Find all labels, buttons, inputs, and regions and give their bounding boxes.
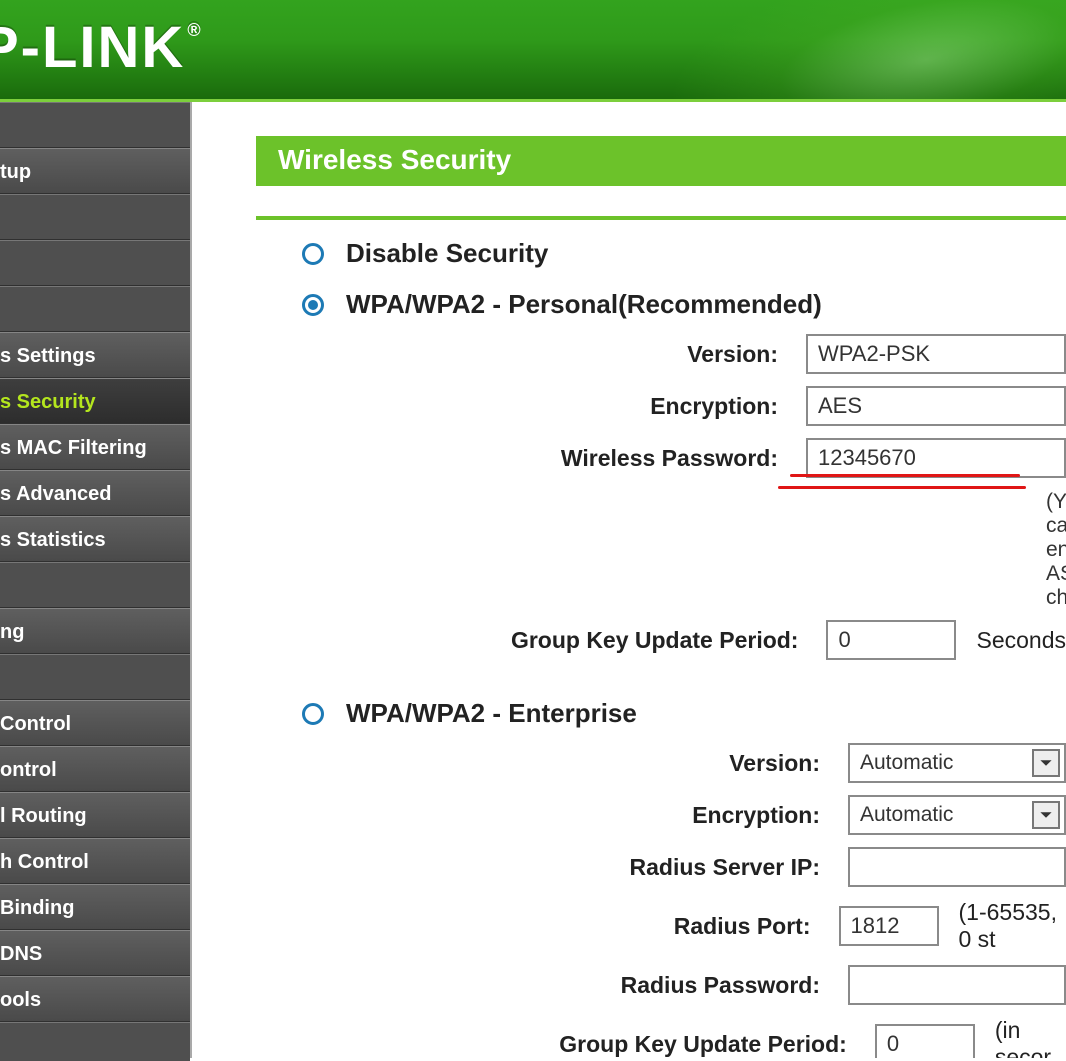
label-seconds: Seconds [976,627,1066,654]
sidebar-item[interactable]: ools [0,976,190,1022]
input-radius-port[interactable] [839,906,939,946]
brand-text: P-LINK [0,15,185,80]
option-wpa-enterprise[interactable]: WPA/WPA2 - Enterprise [302,698,1066,729]
label-ent-version: Version: [256,750,848,777]
select-ent-encryption-value: Automatic [860,803,953,827]
input-group-key[interactable] [826,620,956,660]
app-header: P-LINK® [0,0,1066,102]
radio-wpa-personal[interactable] [302,294,324,316]
label-version: Version: [256,341,806,368]
label-group-key: Group Key Update Period: [256,627,826,654]
chevron-down-icon [1032,801,1060,829]
label-encryption: Encryption: [256,393,806,420]
sidebar-item[interactable]: s Statistics [0,516,190,562]
sidebar-item[interactable]: h Control [0,838,190,884]
sidebar-item[interactable]: Binding [0,884,190,930]
input-encryption[interactable] [806,386,1066,426]
sidebar-item[interactable]: DNS [0,930,190,976]
option-wpa-enterprise-label: WPA/WPA2 - Enterprise [346,698,637,729]
main-content: Wireless Security Disable Security WPA/W… [192,102,1066,1058]
label-radius-password: Radius Password: [256,972,848,999]
sidebar-item[interactable]: ng [0,608,190,654]
radio-wpa-enterprise[interactable] [302,703,324,725]
page-title: Wireless Security [256,136,1066,186]
input-radius-password[interactable] [848,965,1066,1005]
hint-radius-port: (1-65535, 0 st [959,899,1066,953]
sidebar-item-blank [0,1022,190,1061]
select-ent-version[interactable]: Automatic [848,743,1066,783]
option-disable-label: Disable Security [346,238,548,269]
divider [256,216,1066,220]
label-radius-ip: Radius Server IP: [256,854,848,881]
hint-password: (You can enter ASCII ch [1046,490,1066,610]
input-wireless-password[interactable] [806,438,1066,478]
option-disable-security[interactable]: Disable Security [302,238,1066,269]
input-version[interactable] [806,334,1066,374]
label-ent-encryption: Encryption: [256,802,848,829]
select-ent-encryption[interactable]: Automatic [848,795,1066,835]
hint-ent-group-key: (in secor [995,1017,1066,1058]
sidebar-item-blank [0,194,190,240]
label-wireless-password: Wireless Password: [256,445,806,472]
sidebar-nav: tup s Settingss Securitys MAC Filterings… [0,102,192,1058]
registered-mark: ® [187,20,202,40]
sidebar-item-blank [0,286,190,332]
radio-disable[interactable] [302,243,324,265]
select-ent-version-value: Automatic [860,751,953,775]
sidebar-item[interactable]: s Advanced [0,470,190,516]
label-ent-group-key: Group Key Update Period: [256,1031,875,1058]
input-radius-ip[interactable] [848,847,1066,887]
sidebar-item[interactable]: ontrol [0,746,190,792]
label-radius-port: Radius Port: [256,913,839,940]
sidebar-item[interactable]: Control [0,700,190,746]
option-wpa-personal[interactable]: WPA/WPA2 - Personal(Recommended) [302,289,1066,320]
sidebar-item-blank [0,562,190,608]
sidebar-item[interactable]: s Settings [0,332,190,378]
sidebar-item-blank [0,240,190,286]
sidebar-item-active[interactable]: s Security [0,378,190,424]
input-ent-group-key[interactable] [875,1024,975,1058]
sidebar-item[interactable]: l Routing [0,792,190,838]
sidebar-item-blank [0,654,190,700]
sidebar-item[interactable]: tup [0,148,190,194]
sidebar-item[interactable]: s MAC Filtering [0,424,190,470]
option-wpa-personal-label: WPA/WPA2 - Personal(Recommended) [346,289,822,320]
brand-logo: P-LINK® [0,14,201,81]
chevron-down-icon [1032,749,1060,777]
sidebar-item-blank [0,102,190,148]
